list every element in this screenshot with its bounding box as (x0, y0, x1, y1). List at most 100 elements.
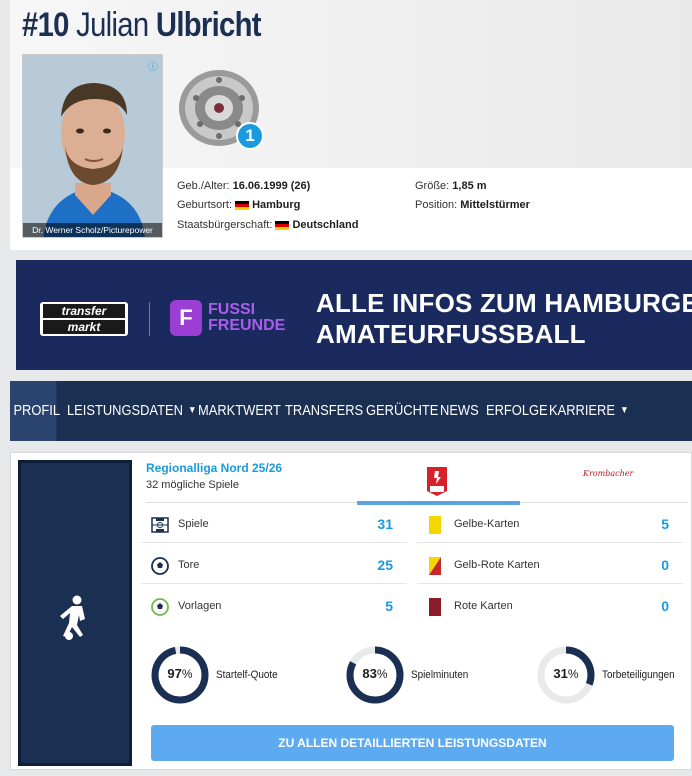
transfermarkt-logo: transfer markt (40, 302, 128, 336)
nav-item-profil[interactable]: Profil (10, 381, 60, 441)
nav-item-label: Transfers (285, 402, 364, 419)
fussifreunde-logo-icon: F (170, 300, 202, 336)
assist-ball-icon (151, 598, 169, 616)
birth-label: Geb./Alter: (177, 180, 230, 192)
birthplace-label: Geburtsort: (177, 199, 233, 211)
nav-item-label: Marktwert (198, 402, 281, 419)
banner-headline-line2: AMATEURFUSSBALL (316, 319, 586, 349)
all-stats-button[interactable]: Zu allen detaillierten Leistungsdaten (151, 725, 674, 761)
stat-label: Spiele (178, 518, 209, 530)
trophy-count-badge[interactable]: 1 (236, 122, 264, 150)
donut-torbeteiligungen: 31% (536, 645, 596, 705)
donut-label: Torbeteiligungen (602, 669, 675, 681)
nav-item-label: Erfolge (486, 402, 548, 419)
nav-item-marktwert[interactable]: Marktwert (198, 381, 281, 441)
stat-label: Rote Karten (454, 600, 513, 612)
first-name: Julian (76, 6, 149, 44)
nav-item-erfolge[interactable]: Erfolge (486, 381, 548, 441)
nav-item-karriere[interactable]: Karriere ▼ (549, 381, 629, 441)
fussifreunde-wordmark: FUSSI FREUNDE (208, 302, 285, 334)
sponsor-logo[interactable]: Krombacher (583, 469, 633, 478)
nav-item-label: Leistungsdaten (67, 402, 183, 419)
stat-value[interactable]: 5 (661, 516, 669, 532)
nav-item-label: News (440, 402, 479, 419)
birth-value: 16.06.1999 (26) (232, 180, 311, 192)
donut-value: 31% (536, 666, 596, 681)
stat-value[interactable]: 0 (661, 557, 669, 573)
yellow-card-icon (429, 516, 441, 534)
ball-icon (151, 557, 169, 575)
donut-spielminuten: 83% (345, 645, 405, 705)
germany-flag-icon (235, 200, 250, 210)
germany-flag-icon (275, 220, 290, 230)
league-name[interactable]: Regionalliga Nord 25/26 (146, 461, 282, 475)
caret-down-icon: ▼ (620, 405, 629, 416)
nav-item-transfers[interactable]: Transfers (285, 381, 363, 441)
birth-info: Geb./Alter: 16.06.1999 (26) (177, 180, 310, 192)
nav-item-geruechte[interactable]: Gerüchte (366, 381, 438, 441)
birthplace-info: Geburtsort: Hamburg (177, 199, 300, 211)
donut-value: 97% (150, 666, 210, 681)
last-name: Ulbricht (155, 6, 262, 44)
pitch-icon (151, 517, 169, 533)
nav-item-news[interactable]: News (440, 381, 479, 441)
nav-item-label: Karriere (549, 402, 615, 419)
nav-item-label: Profil (13, 402, 61, 419)
yellow-red-card-icon (429, 557, 441, 575)
donut-number: 97 (167, 666, 182, 681)
stat-value[interactable]: 25 (377, 557, 393, 573)
season-stats-card: Regionalliga Nord 25/26 32 mögliche Spie… (10, 452, 692, 770)
player-header: #10 Julian Ulbricht ⓘ Dr. Werner Scholz/… (10, 0, 692, 250)
height-info: Größe: 1,85 m (415, 180, 487, 192)
player-photo[interactable]: ⓘ Dr. Werner Scholz/Picturepower (22, 54, 163, 238)
stat-value[interactable]: 31 (377, 516, 393, 532)
stat-value[interactable]: 5 (385, 598, 393, 614)
photo-info-icon[interactable]: ⓘ (148, 58, 158, 73)
transfermarkt-logo-line2: markt (43, 320, 125, 334)
stat-row-tore: Tore 25 (141, 548, 407, 584)
fussifreunde-line2: FREUNDE (208, 317, 286, 334)
banner-divider (149, 302, 150, 336)
citizenship-value: Deutschland (292, 219, 359, 231)
position-label: Position: (415, 199, 458, 211)
position-info: Position: Mittelstürmer (415, 199, 530, 211)
height-value: 1,85 m (452, 180, 487, 192)
donut-unit: % (181, 667, 193, 681)
stat-row-gelb-rote-karten: Gelb-Rote Karten 0 (417, 548, 683, 584)
football-player-icon (60, 595, 85, 640)
red-card-icon (429, 598, 441, 616)
citizenship-info: Staatsbürgerschaft: Deutschland (177, 219, 358, 231)
donut-unit: % (567, 667, 579, 681)
stat-row-spiele: Spiele 31 (141, 507, 407, 543)
donut-startelf: 97% (150, 645, 210, 705)
photo-credit: Dr. Werner Scholz/Picturepower (23, 223, 162, 237)
donut-label: Spielminuten (411, 669, 469, 681)
player-portrait-icon (23, 55, 162, 237)
position-value: Mittelstürmer (460, 199, 530, 211)
donut-label: Startelf-Quote (216, 669, 278, 681)
transfermarkt-logo-line1: transfer (43, 304, 125, 318)
active-tab-indicator (357, 501, 520, 505)
possible-games: 32 mögliche Spiele (146, 479, 239, 491)
regionalliga-nord-logo-icon[interactable] (425, 465, 449, 497)
stat-row-rote-karten: Rote Karten 0 (417, 589, 683, 625)
shirt-number: #10 (22, 6, 69, 44)
profile-nav: Profil Leistungsdaten ▼ Marktwert Transfe… (10, 381, 692, 441)
donut-value: 83% (345, 666, 405, 681)
player-tile (18, 460, 132, 766)
birthplace-value: Hamburg (252, 199, 301, 211)
tab-divider (146, 502, 357, 503)
stat-label: Tore (178, 559, 200, 571)
stat-label: Vorlagen (178, 600, 222, 612)
stat-value[interactable]: 0 (661, 598, 669, 614)
stat-row-vorlagen: Vorlagen 5 (141, 589, 407, 625)
citizenship-label: Staatsbürgerschaft: (177, 219, 273, 231)
nav-item-label: Gerüchte (366, 402, 439, 419)
page-title: #10 Julian Ulbricht (22, 6, 262, 45)
stat-label: Gelb-Rote Karten (454, 559, 540, 571)
stat-label: Gelbe-Karten (454, 518, 520, 530)
ad-banner[interactable]: transfer markt F FUSSI FREUNDE ALLE INFO… (16, 260, 692, 370)
nav-item-leistungsdaten[interactable]: Leistungsdaten ▼ (67, 381, 197, 441)
donut-unit: % (376, 667, 388, 681)
stat-row-gelbe-karten: Gelbe-Karten 5 (417, 507, 683, 543)
